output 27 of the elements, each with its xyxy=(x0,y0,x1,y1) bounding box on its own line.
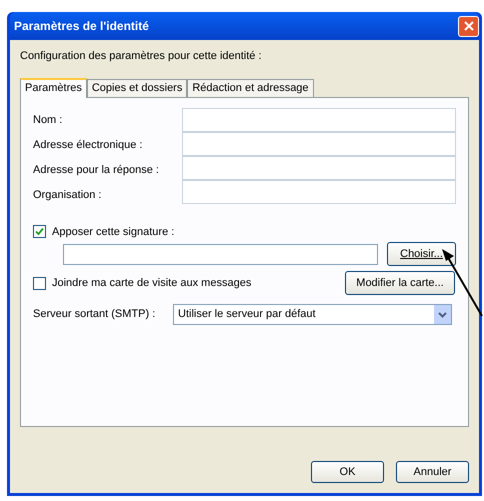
field-label: Organisation : xyxy=(33,188,102,203)
window-title: Paramètres de l'identité xyxy=(14,18,149,35)
edit-card-button[interactable]: Modifier la carte... xyxy=(345,271,455,295)
input-field[interactable] xyxy=(182,180,456,204)
intro-text: Configuration des paramètres pour cette identité : xyxy=(20,49,263,64)
choose-button[interactable]: Choisir... xyxy=(387,242,456,266)
checkbox-label: Joindre ma carte de visite aux messages xyxy=(52,276,252,291)
field-label: Nom : xyxy=(33,112,62,128)
smtp-label: Serveur sortant (SMTP) : xyxy=(33,307,156,322)
tab[interactable]: Rédaction et adressage xyxy=(187,78,314,96)
cancel-button[interactable]: Annuler xyxy=(396,461,469,483)
tab[interactable]: Copies et dossiers xyxy=(86,78,188,96)
checkmark-icon xyxy=(35,227,44,236)
checkbox[interactable] xyxy=(33,225,46,238)
smtp-dropdown[interactable]: Utiliser le serveur par défaut xyxy=(173,304,452,325)
tab[interactable]: Paramètres xyxy=(20,78,87,98)
close-icon xyxy=(464,21,474,31)
field-label: Adresse électronique : xyxy=(33,138,142,153)
input-field[interactable] xyxy=(182,108,456,132)
checkbox-label: Apposer cette signature : xyxy=(52,224,174,240)
signature-file-field[interactable] xyxy=(63,244,378,264)
ok-button[interactable]: OK xyxy=(311,461,384,483)
field-label: Adresse pour la réponse : xyxy=(33,162,159,178)
checkbox[interactable] xyxy=(33,276,46,290)
close-button[interactable] xyxy=(458,16,479,36)
input-field[interactable] xyxy=(182,156,456,180)
input-field[interactable] xyxy=(182,132,456,156)
